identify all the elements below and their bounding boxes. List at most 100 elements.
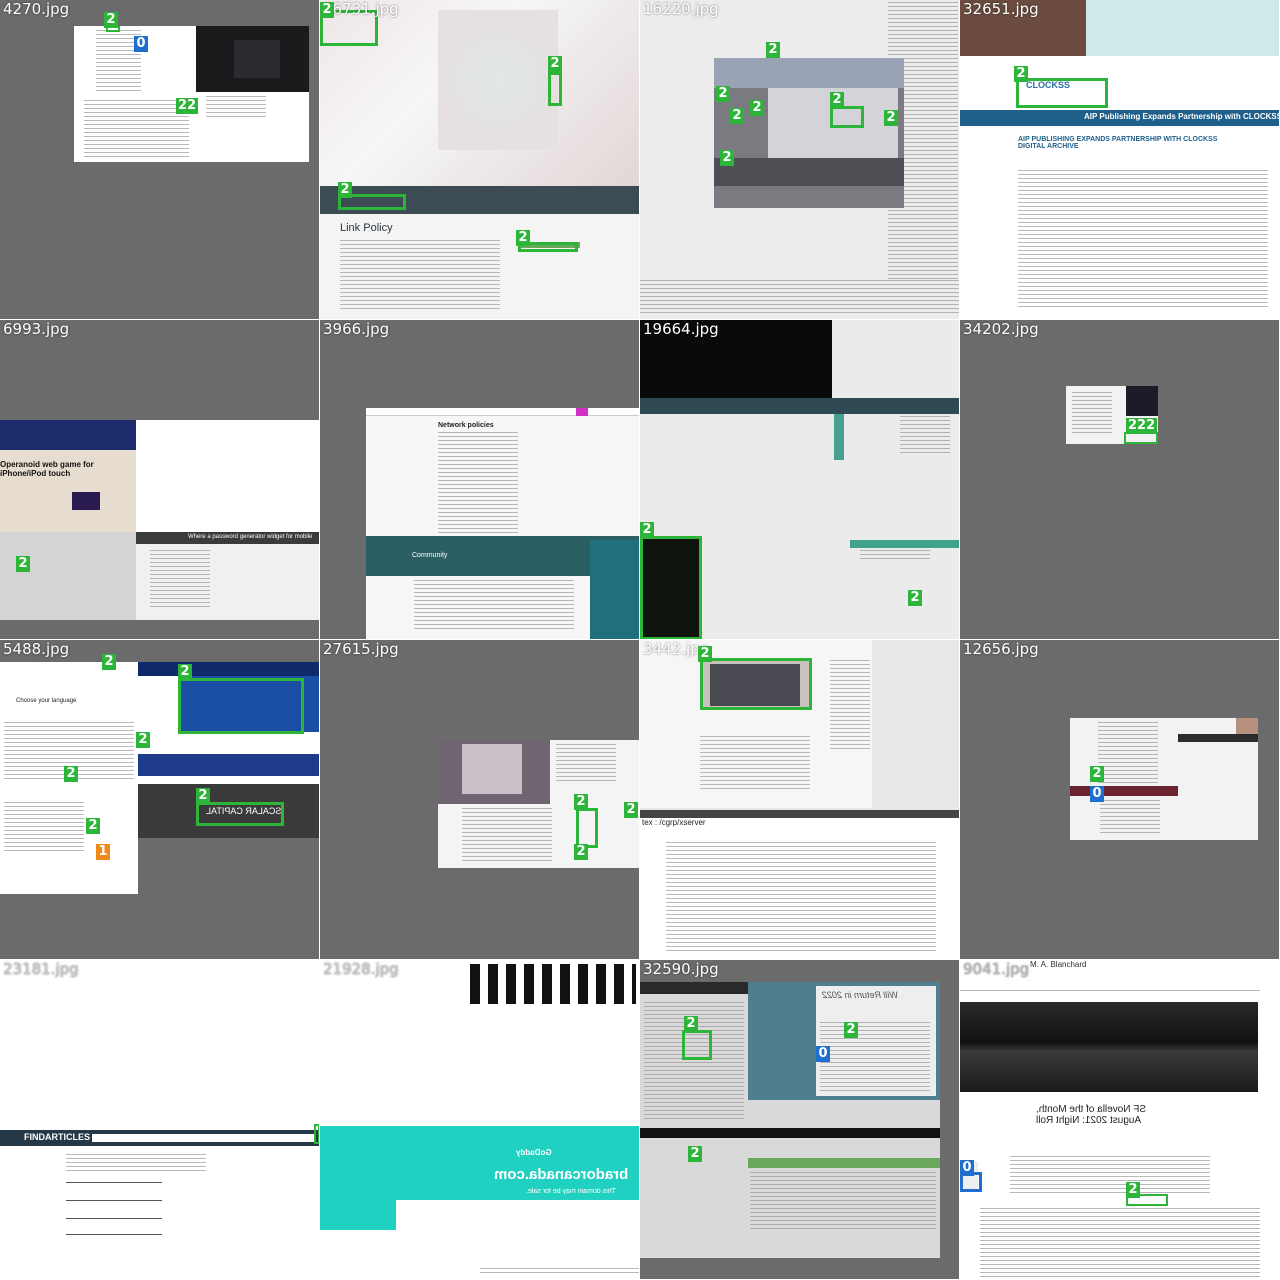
- annotation-box: [640, 536, 702, 639]
- annotation-badge: 0: [134, 36, 148, 52]
- tile-filename: 23181.jpg: [3, 960, 79, 978]
- page-heading: Network policies: [438, 422, 494, 429]
- page-banner: AIP Publishing Expands Partnership with …: [1084, 112, 1280, 121]
- annotation-badge: 2: [830, 92, 844, 108]
- tile-4270[interactable]: 4270.jpg 2 0 22: [0, 0, 320, 320]
- annotation-badge: 2: [1126, 1182, 1140, 1198]
- tile-filename: 32590.jpg: [643, 960, 719, 978]
- annotation-badge: 2: [16, 556, 30, 572]
- annotation-badge: 2: [716, 86, 730, 102]
- annotation-box: [196, 802, 284, 826]
- page-heading: Will Return in 2022: [822, 990, 898, 1000]
- annotation-badge: 2: [698, 646, 712, 662]
- annotation-badge: 2: [720, 150, 734, 166]
- annotation-box: [178, 678, 304, 734]
- annotation-badge: 2: [1090, 766, 1104, 782]
- terminal-title: tex : /cgrp/xserver: [642, 818, 706, 827]
- section-heading: Community: [412, 552, 448, 559]
- tile-9041[interactable]: 9041.jpg M. A. Blanchard SF Novella of t…: [960, 960, 1280, 1280]
- screenshot-thumbnail: Link Policy: [320, 0, 639, 319]
- annotation-badge: 2: [640, 522, 654, 538]
- screenshot-thumbnail: [438, 740, 639, 868]
- tile-filename: 4270.jpg: [3, 0, 70, 18]
- annotation-badge: 2: [64, 766, 78, 782]
- annotation-badge: 2: [684, 1016, 698, 1032]
- domain-sale-note: This domain may be for sale.: [526, 1188, 616, 1195]
- screenshot-thumbnail: M. A. Blanchard SF Novella of the Month,…: [960, 960, 1279, 1279]
- annotation-badge: 0: [816, 1046, 830, 1062]
- tile-27615[interactable]: 27615.jpg 2 2 2: [320, 640, 640, 960]
- screenshot-thumbnail: tex : /cgrp/xserver: [640, 810, 959, 959]
- page-heading: Choose your language: [16, 698, 77, 704]
- tile-filename: 19664.jpg: [643, 320, 719, 338]
- tile-26731[interactable]: 26731.jpg Link Policy 2 2 2 2: [320, 0, 640, 320]
- screenshot-thumbnail: Operanoid web game for iPhone/iPod touch…: [0, 420, 319, 620]
- annotation-badge: 2: [884, 110, 898, 126]
- annotation-box: [1016, 78, 1108, 108]
- tile-filename: 9041.jpg: [963, 960, 1030, 978]
- annotation-badge: 2: [86, 818, 100, 834]
- tile-filename: 34202.jpg: [963, 320, 1039, 338]
- tile-32651[interactable]: 32651.jpg CLOCKSS AIP Publishing Expands…: [960, 0, 1280, 320]
- tile-6993[interactable]: 6993.jpg Operanoid web game for iPhone/i…: [0, 320, 320, 640]
- screenshot-thumbnail: FINDARTICLES: [0, 1128, 319, 1279]
- annotation-badge: 2: [624, 802, 638, 818]
- thumbnail-grid: 4270.jpg 2 0 22 26731.jpg Link Policy 2 …: [0, 0, 1280, 1280]
- tile-32590[interactable]: 32590.jpg Will Return in 2022 2 2 0 2: [640, 960, 960, 1280]
- screenshot-thumbnail: [640, 0, 959, 319]
- screenshot-thumbnail: Network policies Community: [366, 408, 639, 639]
- annotation-box: [576, 808, 598, 848]
- tile-3442[interactable]: 3442.jpg tex : /cgrp/xserver 2: [640, 640, 960, 960]
- annotation-badge: 2: [516, 230, 530, 246]
- annotation-badge: 0: [1090, 786, 1104, 802]
- annotation-badge: 0: [960, 1160, 974, 1176]
- post-title: SF Novella of the Month, August 2021: Ni…: [1036, 1104, 1147, 1126]
- domain-name: bradorcanada.com: [494, 1166, 629, 1183]
- annotation-badge: 2: [730, 108, 744, 124]
- annotation-badge: 2: [178, 664, 192, 680]
- annotation-box: [682, 1030, 712, 1060]
- annotation-badge: 22: [176, 98, 199, 114]
- annotation-badge: 2: [320, 2, 334, 18]
- annotation-badge: 2: [338, 182, 352, 198]
- tile-filename: 3966.jpg: [323, 320, 390, 338]
- annotation-badge: 2: [548, 56, 562, 72]
- tile-21928[interactable]: 21928.jpg GoDaddy bradorcanada.com This …: [320, 960, 640, 1280]
- tile-filename: 21928.jpg: [323, 960, 399, 978]
- article-heading: AIP PUBLISHING EXPANDS PARTNERSHIP WITH …: [1018, 136, 1218, 150]
- annotation-badge: 2: [196, 788, 210, 804]
- annotation-box: [700, 658, 812, 710]
- annotation-badge: 2: [908, 590, 922, 606]
- tile-34202[interactable]: 34202.jpg 222: [960, 320, 1280, 640]
- tile-5488[interactable]: 5488.jpg Choose your language SCALAR CAP…: [0, 640, 320, 960]
- annotation-badge: 2: [136, 732, 150, 748]
- tile-23181[interactable]: 23181.jpg FINDARTICLES: [0, 960, 320, 1280]
- tile-filename: 16220.jpg: [643, 0, 719, 18]
- brand-logo: FINDARTICLES: [24, 1132, 90, 1142]
- annotation-badge: 2: [574, 794, 588, 810]
- annotation-badge: 2: [102, 654, 116, 670]
- registrar-logo: GoDaddy: [516, 1148, 552, 1157]
- annotation-badge: 2: [688, 1146, 702, 1162]
- annotation-badge: 2: [750, 100, 764, 116]
- tile-3966[interactable]: 3966.jpg Network policies Community: [320, 320, 640, 640]
- annotation-badge: 2: [574, 844, 588, 860]
- annotation-box: [548, 72, 562, 106]
- tile-19664[interactable]: 19664.jpg 2 2: [640, 320, 960, 640]
- annotation-badge: 2: [1014, 66, 1028, 82]
- annotation-badge: 2: [766, 42, 780, 58]
- tile-12656[interactable]: 12656.jpg 2 0: [960, 640, 1280, 960]
- page-heading: Link Policy: [340, 222, 393, 234]
- widget-heading: Where a password generator widget for mo…: [188, 534, 313, 540]
- tile-16220[interactable]: 16220.jpg 2 2 2 2 2 2 2: [640, 0, 960, 320]
- annotation-badge: 2: [104, 12, 118, 28]
- tile-filename: 32651.jpg: [963, 0, 1039, 18]
- tile-filename: 5488.jpg: [3, 640, 70, 658]
- screenshot-thumbnail: [74, 26, 309, 162]
- annotation-badge: 2: [844, 1022, 858, 1038]
- annotation-box: [830, 106, 864, 128]
- annotation-badge: 222: [1126, 418, 1158, 434]
- author-name: M. A. Blanchard: [1030, 960, 1087, 969]
- annotation-badge: 1: [96, 844, 110, 860]
- tile-filename: 27615.jpg: [323, 640, 399, 658]
